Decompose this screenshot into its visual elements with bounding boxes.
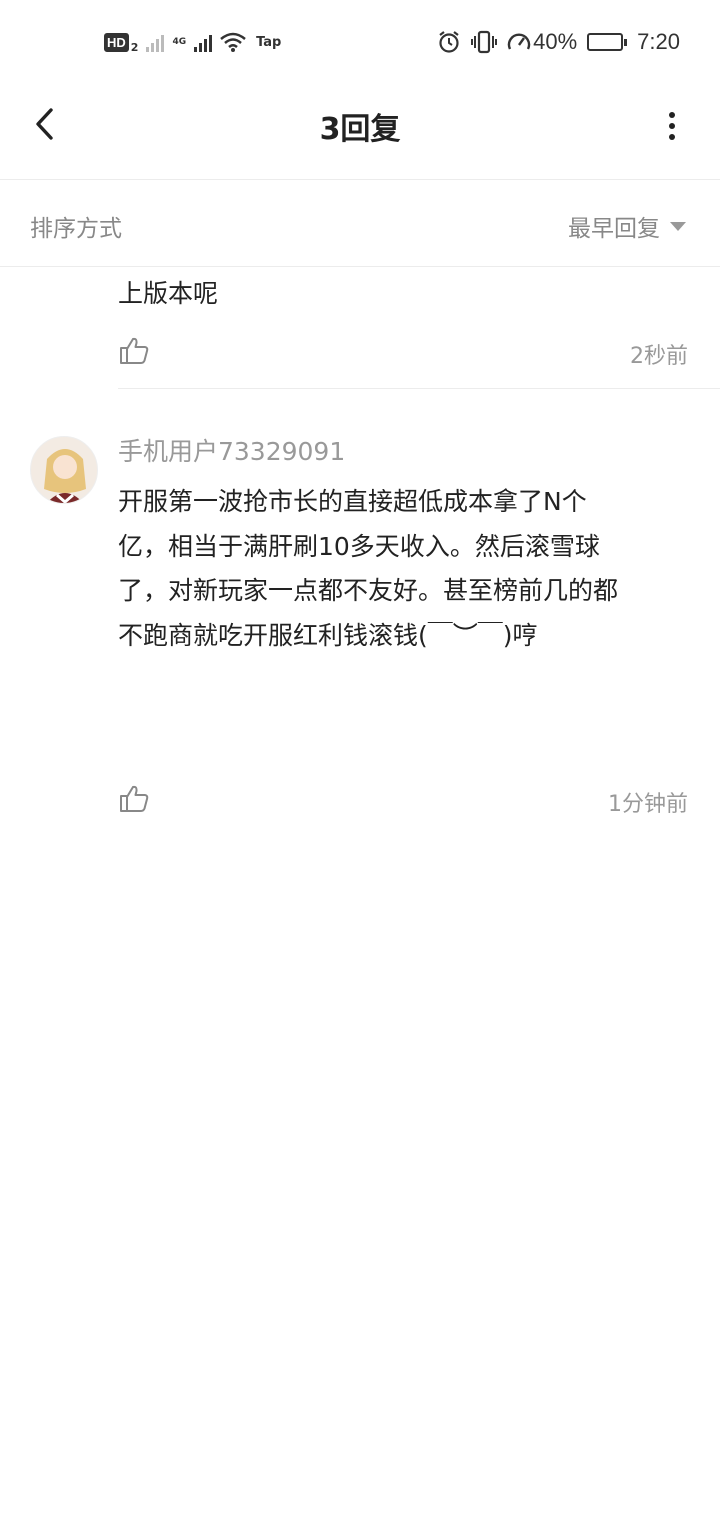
reply-item: 上版本呢 2秒前 bbox=[0, 268, 720, 388]
reply-item: 手机用户73329091 开服第一波抢市长的直接超低成本拿了N个 亿，相当于满肝… bbox=[0, 389, 720, 817]
page-title: 3回复 bbox=[319, 112, 401, 147]
vibrate-icon bbox=[471, 30, 498, 54]
sort-bar: 排序方式 最早回复 bbox=[0, 181, 720, 267]
battery-icon bbox=[587, 33, 628, 51]
more-vertical-icon[interactable] bbox=[662, 108, 682, 144]
username[interactable]: 手机用户73329091 bbox=[118, 432, 345, 468]
sort-dropdown[interactable]: 最早回复 bbox=[568, 209, 686, 243]
reply-screen: HD 2 4G Tap 40% 7:20 3回复 排序方式 最早回复 上版本呢 … bbox=[0, 0, 720, 1540]
username-text: 手机用户73329091 bbox=[118, 437, 346, 466]
taptap-notification-icon: Tap bbox=[256, 34, 282, 50]
clock: 7:20 bbox=[637, 29, 680, 54]
reply-content: 开服第一波抢市长的直接超低成本拿了N个 亿，相当于满肝刷10多天收入。然后滚雪球… bbox=[118, 487, 619, 650]
signal-sim1-icon bbox=[146, 32, 165, 52]
reply-list: 上版本呢 2秒前 手机用户73329091 开服第一波抢市长的直接超低成本拿了N… bbox=[0, 268, 720, 817]
reply-content: 上版本呢 bbox=[118, 279, 219, 308]
alarm-icon bbox=[439, 31, 459, 53]
reply-time: 1分钟前 bbox=[608, 792, 688, 817]
network-type: 4G bbox=[172, 36, 187, 47]
top-nav: 3回复 bbox=[0, 82, 720, 180]
speed-icon bbox=[507, 33, 531, 50]
sim-indicator: 2 bbox=[130, 40, 139, 54]
sort-label: 排序方式 bbox=[30, 216, 122, 242]
hd-indicator: HD bbox=[104, 32, 129, 52]
avatar[interactable] bbox=[30, 436, 98, 504]
battery-percent: 40% bbox=[533, 29, 578, 54]
reply-time: 2秒前 bbox=[630, 344, 688, 369]
thumbs-up-icon[interactable] bbox=[118, 782, 150, 814]
caret-down-icon bbox=[670, 221, 686, 231]
sort-value: 最早回复 bbox=[568, 216, 660, 242]
signal-sim2-icon bbox=[194, 32, 213, 52]
thumbs-up-icon[interactable] bbox=[118, 334, 150, 366]
wifi-icon bbox=[220, 32, 246, 52]
status-bar: HD 2 4G Tap 40% 7:20 bbox=[0, 0, 720, 82]
